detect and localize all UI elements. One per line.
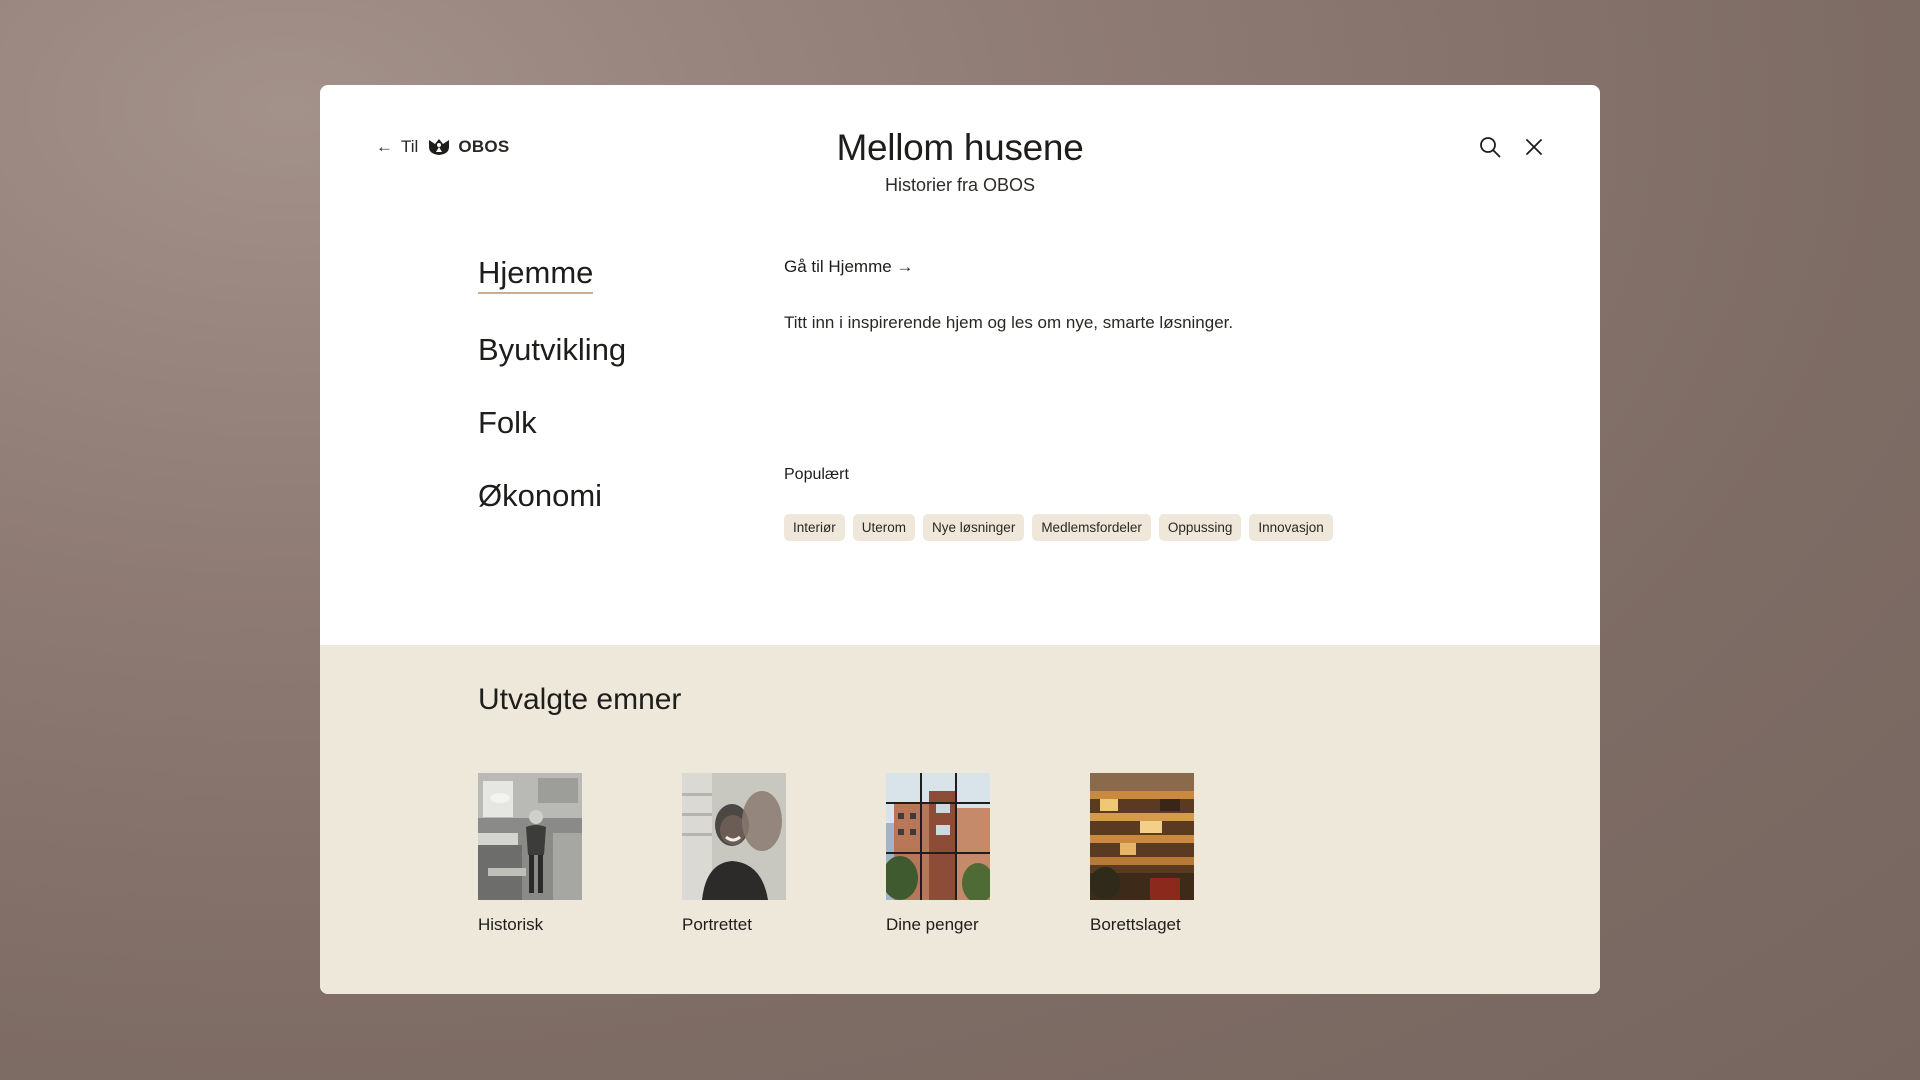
page-title: Mellom husene xyxy=(836,127,1084,168)
tag-uterom[interactable]: Uterom xyxy=(852,514,916,541)
topic-card-label: Borettslaget xyxy=(1090,915,1181,934)
search-button[interactable] xyxy=(1478,135,1502,159)
featured-cards: Historisk Portrettet Dine penger Boretts… xyxy=(478,773,1194,935)
header-actions xyxy=(1478,135,1546,159)
portrettet-thumbnail xyxy=(682,773,786,900)
title-block: Mellom husene Historier fra OBOS xyxy=(320,127,1600,196)
featured-title: Utvalgte emner xyxy=(478,683,682,716)
nav-item-okonomi[interactable]: Økonomi xyxy=(478,478,602,513)
tag-oppussing[interactable]: Oppussing xyxy=(1158,514,1242,541)
nav-item-hjemme[interactable]: Hjemme xyxy=(478,255,594,294)
tag-interior[interactable]: Interiør xyxy=(784,514,845,541)
topic-card-historisk[interactable]: Historisk xyxy=(478,773,582,935)
tag-innovasjon[interactable]: Innovasjon xyxy=(1249,514,1333,541)
close-icon xyxy=(1526,139,1542,155)
topic-card-label: Dine penger xyxy=(886,915,979,934)
category-content: Gå til Hjemme → Titt inn i inspirerende … xyxy=(784,257,1484,541)
tag-nye-losninger[interactable]: Nye løsninger xyxy=(923,514,1025,541)
menu-top-section: ← Til OBOS Mellom husene Historier fra O… xyxy=(320,85,1600,645)
nav-item-folk[interactable]: Folk xyxy=(478,405,537,440)
topic-card-label: Portrettet xyxy=(682,915,752,934)
search-icon xyxy=(1480,137,1501,158)
goto-category-link[interactable]: Gå til Hjemme → xyxy=(784,257,913,277)
nav-item-byutvikling[interactable]: Byutvikling xyxy=(478,332,626,367)
topic-card-dine-penger[interactable]: Dine penger xyxy=(886,773,990,935)
category-description: Titt inn i inspirerende hjem og les om n… xyxy=(784,313,1234,332)
popular-tags: Interiør Uterom Nye løsninger Medlemsfor… xyxy=(784,514,1484,541)
topic-card-borettslaget[interactable]: Borettslaget xyxy=(1090,773,1194,935)
menu-modal: ← Til OBOS Mellom husene Historier fra O… xyxy=(320,85,1600,994)
tag-medlemsfordeler[interactable]: Medlemsfordeler xyxy=(1032,514,1151,541)
popular-heading: Populært xyxy=(784,466,849,483)
historisk-thumbnail xyxy=(478,773,582,900)
close-button[interactable] xyxy=(1522,135,1546,159)
topic-card-portrettet[interactable]: Portrettet xyxy=(682,773,786,935)
borettslaget-thumbnail xyxy=(1090,773,1194,900)
featured-topics-section: Utvalgte emner Historisk Portrettet Dine… xyxy=(320,645,1600,994)
modal-header: ← Til OBOS Mellom husene Historier fra O… xyxy=(320,85,1600,215)
topic-card-label: Historisk xyxy=(478,915,544,934)
page-subtitle: Historier fra OBOS xyxy=(884,175,1036,195)
category-nav: Hjemme Byutvikling Folk Økonomi xyxy=(478,255,626,551)
dine-penger-thumbnail xyxy=(886,773,990,900)
